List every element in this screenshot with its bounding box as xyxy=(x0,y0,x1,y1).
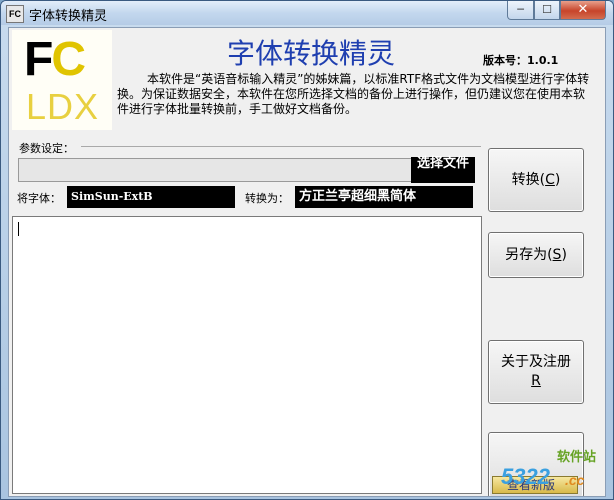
text-caret xyxy=(18,222,19,236)
about-hotkey: R xyxy=(531,373,541,389)
select-file-button[interactable]: 选择文件 xyxy=(411,157,475,183)
save-as-label: 另存为( xyxy=(505,247,553,263)
client-area: FC LDX 字体转换精灵 版本号：1.0.1 本软件是“英语音标输入精灵”的姊… xyxy=(8,27,606,497)
window-title: 字体转换精灵 xyxy=(29,9,108,24)
description-text: 本软件是“英语音标输入精灵”的姊妹篇，以标准RTF格式文件为文档模型进行字体转换… xyxy=(117,72,590,116)
params-group-label: 参数设定： xyxy=(19,140,74,156)
fc-ldx-logo: FC LDX xyxy=(12,30,112,130)
app-icon[interactable]: FC xyxy=(6,5,24,23)
logo-letter-f: F xyxy=(24,33,53,86)
convert-button[interactable]: 转换(C) xyxy=(488,148,584,212)
app-headline: 字体转换精灵 xyxy=(227,37,396,70)
logo-fc-text: FC xyxy=(24,32,86,87)
about-register-button[interactable]: 关于及注册 R xyxy=(488,340,584,404)
watermark-number: 5322 xyxy=(501,464,550,489)
content-textarea[interactable] xyxy=(12,216,482,494)
save-as-button[interactable]: 另存为(S) xyxy=(488,232,584,278)
group-divider xyxy=(81,146,481,147)
to-font-select[interactable]: 方正兰亭超细黑简体 xyxy=(295,186,473,208)
about-label: 关于及注册 xyxy=(501,354,571,370)
from-font-select[interactable]: SimSun-ExtB xyxy=(67,186,235,208)
file-path-field[interactable] xyxy=(18,158,412,182)
from-font-label: 将字体： xyxy=(17,192,61,205)
close-button[interactable]: ✕ xyxy=(560,1,606,20)
logo-letter-c: C xyxy=(51,33,86,86)
convert-label: 转换( xyxy=(511,172,546,188)
app-window: FC 字体转换精灵 ─ ☐ ✕ FC LDX 字体转换精灵 版本号：1.0.1 … xyxy=(0,0,614,500)
watermark-site-text: 软件站 xyxy=(557,449,597,464)
convert-hotkey: C xyxy=(545,172,555,188)
minimize-button[interactable]: ─ xyxy=(507,1,534,20)
to-font-label: 转换为： xyxy=(245,192,289,205)
title-bar[interactable]: FC 字体转换精灵 ─ ☐ ✕ xyxy=(1,1,613,25)
save-as-label-end: ) xyxy=(561,247,567,263)
watermark-domain: .cc xyxy=(565,472,585,488)
version-label: 版本号：1.0.1 xyxy=(483,54,559,67)
logo-ldx-text: LDX xyxy=(26,86,100,127)
convert-label-end: ) xyxy=(554,172,561,188)
maximize-button[interactable]: ☐ xyxy=(534,1,560,20)
